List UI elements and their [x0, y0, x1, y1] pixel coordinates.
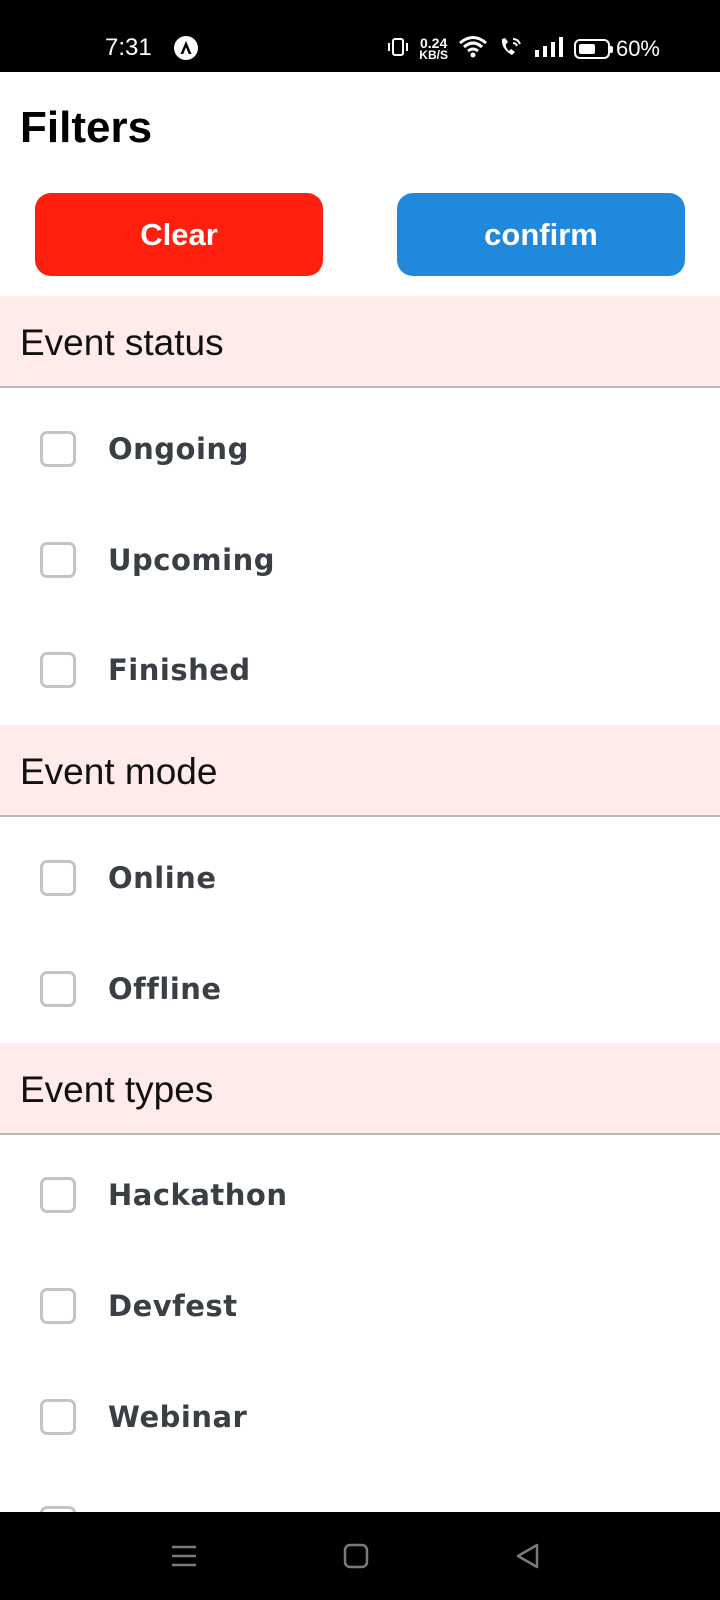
option-finished[interactable]: Finished	[0, 636, 720, 706]
battery-icon	[573, 39, 613, 59]
screen: 7:31 0.24 KB/S 60% Filters Clear confirm…	[0, 0, 720, 1600]
checkbox[interactable]	[40, 1399, 76, 1435]
option-label: Devfest	[108, 1289, 238, 1323]
status-bar: 7:31 0.24 KB/S 60%	[0, 0, 720, 72]
section-title: Event mode	[20, 751, 218, 792]
checkbox[interactable]	[40, 1177, 76, 1213]
option-label: Hackathon	[108, 1178, 288, 1212]
status-icons: 0.24 KB/S 60%	[387, 35, 660, 64]
section-title: Event types	[20, 1069, 214, 1110]
notification-a-icon	[174, 36, 198, 60]
battery-tip	[609, 46, 613, 53]
checkbox[interactable]	[40, 860, 76, 896]
checkbox[interactable]	[40, 431, 76, 467]
option-label: Online	[108, 861, 217, 895]
navigation-bar	[0, 1512, 720, 1600]
checkbox[interactable]	[40, 542, 76, 578]
option-online[interactable]: Online	[0, 844, 720, 914]
back-icon[interactable]	[510, 1538, 546, 1574]
home-icon[interactable]	[338, 1538, 374, 1574]
vibrate-icon	[387, 36, 409, 63]
signal-icon	[534, 36, 564, 63]
menu-icon[interactable]	[166, 1538, 202, 1574]
wifi-icon	[458, 35, 488, 64]
battery-fill	[578, 44, 595, 54]
section-header-event-status: Event status	[0, 296, 720, 388]
wifi-call-icon	[498, 35, 524, 64]
section-title: Event status	[20, 322, 224, 363]
page-title: Filters	[20, 103, 153, 152]
option-offline[interactable]: Offline	[0, 955, 720, 1025]
confirm-button[interactable]: confirm	[397, 193, 685, 276]
clear-button[interactable]: Clear	[35, 193, 323, 276]
battery-percent: 60%	[615, 36, 660, 61]
checkbox[interactable]	[40, 971, 76, 1007]
option-ongoing[interactable]: Ongoing	[0, 415, 720, 485]
option-webinar[interactable]: Webinar	[0, 1383, 720, 1453]
checkbox[interactable]	[40, 652, 76, 688]
option-upcoming[interactable]: Upcoming	[0, 526, 720, 596]
option-label: Upcoming	[108, 543, 275, 577]
network-speed: 0.24 KB/S	[419, 36, 448, 62]
option-label: Offline	[108, 972, 222, 1006]
network-speed-unit: KB/S	[419, 48, 448, 62]
option-label: Finished	[108, 653, 251, 687]
option-hackathon[interactable]: Hackathon	[0, 1161, 720, 1231]
option-label: Ongoing	[108, 432, 249, 466]
option-devfest[interactable]: Devfest	[0, 1272, 720, 1342]
battery-indicator: 60%	[573, 36, 660, 62]
section-header-event-mode: Event mode	[0, 725, 720, 817]
section-header-event-types: Event types	[0, 1043, 720, 1135]
checkbox[interactable]	[40, 1288, 76, 1324]
status-time: 7:31	[105, 34, 152, 61]
option-label: Webinar	[108, 1400, 248, 1434]
